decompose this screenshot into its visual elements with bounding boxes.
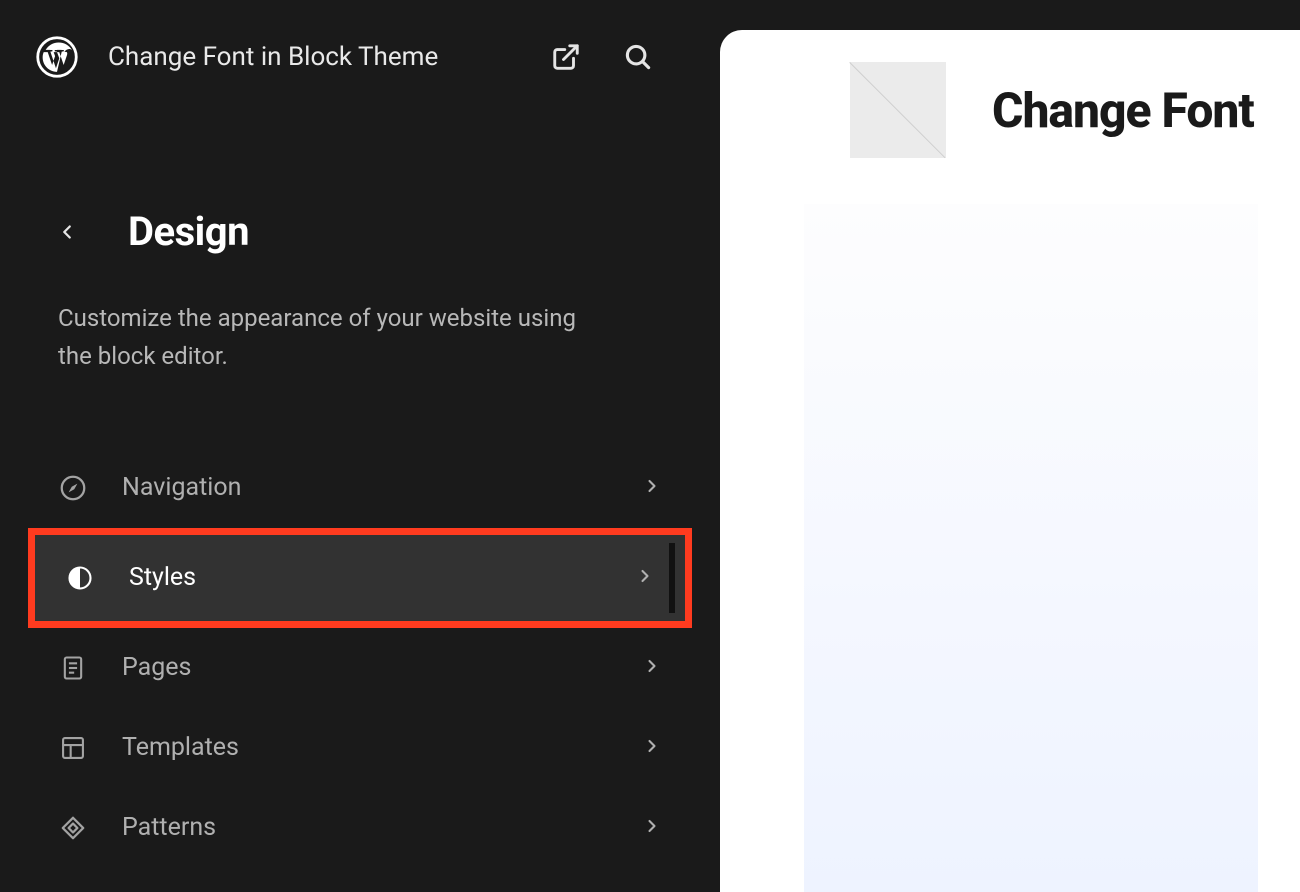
section-description: Customize the appearance of your website…	[0, 299, 650, 376]
site-logo-placeholder[interactable]	[850, 62, 946, 158]
chevron-right-icon	[635, 566, 655, 590]
nav-item-navigation[interactable]: Navigation	[0, 448, 720, 528]
sidebar-topbar: Change Font in Block Theme	[0, 0, 720, 78]
chevron-right-icon	[642, 476, 662, 500]
external-link-icon[interactable]	[550, 41, 582, 73]
preview-header: Change Font	[720, 30, 1300, 186]
nav-label: Navigation	[122, 473, 608, 502]
chevron-right-icon	[642, 736, 662, 760]
nav-item-templates[interactable]: Templates	[0, 708, 720, 788]
section-header: Design	[0, 208, 720, 255]
back-button[interactable]	[56, 221, 78, 243]
half-circle-icon	[65, 563, 95, 593]
section-title: Design	[128, 208, 249, 255]
nav-label: Pages	[122, 653, 608, 682]
page-icon	[58, 653, 88, 683]
nav-label: Templates	[122, 733, 608, 762]
preview-frame[interactable]: Change Font	[720, 30, 1300, 892]
topbar-actions	[550, 41, 684, 73]
preview-content-area	[804, 204, 1258, 892]
site-title[interactable]: Change Font in Block Theme	[108, 42, 520, 72]
preview-site-title[interactable]: Change Font	[992, 82, 1254, 139]
nav-label: Patterns	[122, 813, 608, 842]
nav-label: Styles	[129, 563, 601, 592]
chevron-right-icon	[642, 656, 662, 680]
site-preview-panel: Change Font	[720, 0, 1300, 892]
diamond-icon	[58, 813, 88, 843]
highlighted-nav-item-wrapper: Styles	[28, 528, 692, 628]
nav-item-styles[interactable]: Styles	[35, 535, 685, 621]
nav-item-pages[interactable]: Pages	[0, 628, 720, 708]
chevron-right-icon	[642, 816, 662, 840]
site-editor-sidebar: Change Font in Block Theme Design Custom…	[0, 0, 720, 892]
compass-icon	[58, 473, 88, 503]
layout-icon	[58, 733, 88, 763]
wordpress-logo-icon[interactable]	[36, 36, 78, 78]
nav-item-patterns[interactable]: Patterns	[0, 788, 720, 868]
design-nav-list: Navigation Styles Pages	[0, 448, 720, 868]
search-icon[interactable]	[622, 41, 654, 73]
